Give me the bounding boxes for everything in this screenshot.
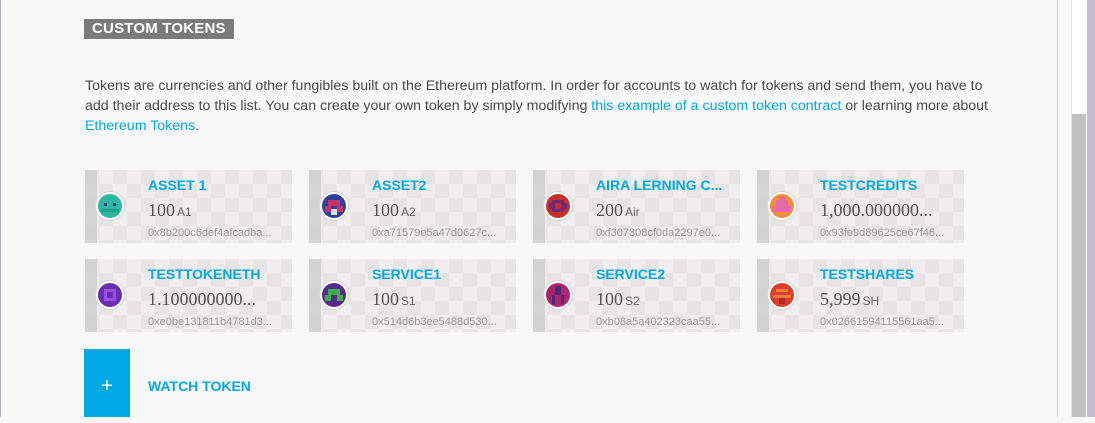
watch-token-button[interactable]: + (84, 349, 130, 417)
token-name: SERVICE2 (596, 266, 665, 282)
token-balance: 1.100000000... (148, 288, 284, 312)
token-balance: 100 S2 (596, 288, 732, 312)
token-symbol: S2 (625, 294, 640, 308)
token-name: ASSET 1 (148, 177, 207, 193)
token-address: 0x8b200c6def4afcadba... (148, 227, 272, 239)
token-name: ASSET2 (372, 177, 427, 193)
token-balance: 200 Air (596, 199, 732, 223)
token-symbol: S1 (401, 294, 416, 308)
token-address: 0x93fe9d89625ce67f46... (820, 227, 945, 239)
ethereum-tokens-link[interactable]: Ethereum Tokens (85, 118, 195, 134)
token-identicon-icon (544, 192, 572, 220)
token-balance-value: 100 (596, 289, 623, 309)
token-address: 0xf307308cf0da2297e0... (596, 227, 721, 239)
content-border-right (1057, 0, 1058, 417)
token-name: TESTTOKENETH (148, 266, 261, 282)
token-balance: 100 A2 (372, 199, 508, 223)
token-name: AIRA LERNING C... (596, 177, 723, 193)
token-balance: 1,000.000000... (820, 199, 956, 223)
custom-token-contract-link[interactable]: this example of a custom token contract (591, 98, 841, 114)
window-border-right (1087, 0, 1095, 417)
description-part-3: . (195, 118, 200, 134)
token-address: 0xe0be131811b4781d3... (148, 316, 272, 328)
token-identicon-icon (768, 281, 796, 309)
token-card[interactable]: AIRA LERNING C... 200 Air 0xf307308cf0da2… (533, 170, 740, 243)
token-card[interactable]: ASSET 1 100 A1 0x8b200c6def4afcadba... (85, 170, 292, 243)
token-balance-value: 100 (372, 289, 399, 309)
token-balance: 100 A1 (148, 199, 284, 223)
token-identicon-icon (544, 281, 572, 309)
token-address: 0xa71579e5a47d0627c... (372, 227, 497, 239)
description-text: Tokens are currencies and other fungible… (85, 76, 1005, 136)
token-name: SERVICE1 (372, 266, 441, 282)
token-card[interactable]: TESTTOKENETH 1.100000000... 0xe0be131811… (85, 259, 292, 332)
scrollbar-thumb[interactable] (1072, 114, 1086, 417)
token-symbol: SH (862, 294, 880, 308)
token-card[interactable]: SERVICE2 100 S2 0xb08a5a402323caa55... (533, 259, 740, 332)
token-symbol: A1 (177, 205, 192, 219)
token-address: 0xb08a5a402323caa55... (596, 316, 721, 328)
token-identicon-icon (96, 192, 124, 220)
token-balance-value: 1.100000000... (148, 289, 256, 309)
token-balance-value: 100 (372, 200, 399, 220)
token-balance-value: 5,999 (820, 289, 861, 309)
token-card[interactable]: ASSET2 100 A2 0xa71579e5a47d0627c... (309, 170, 516, 243)
token-balance-value: 1,000.000000... (820, 200, 933, 220)
section-title: CUSTOM TOKENS (84, 19, 234, 39)
window-border-left (0, 0, 1, 417)
watch-token-label[interactable]: WATCH TOKEN (148, 378, 251, 395)
token-identicon-icon (320, 192, 348, 220)
token-identicon-icon (320, 281, 348, 309)
token-name: TESTSHARES (820, 266, 915, 282)
description-part-2: or learning more about (841, 98, 988, 114)
token-identicon-icon (768, 192, 796, 220)
token-balance-value: 200 (596, 200, 623, 220)
token-name: TESTCREDITS (820, 177, 918, 193)
token-card[interactable]: TESTSHARES 5,999 SH 0x02661594115561aa5..… (757, 259, 964, 332)
token-address: 0x514d6b3ee5488d530... (372, 316, 497, 328)
token-card[interactable]: SERVICE1 100 S1 0x514d6b3ee5488d530... (309, 259, 516, 332)
token-balance: 5,999 SH (820, 288, 956, 312)
token-identicon-icon (96, 281, 124, 309)
token-card[interactable]: TESTCREDITS 1,000.000000... 0x93fe9d8962… (757, 170, 964, 243)
token-symbol: A2 (401, 205, 416, 219)
token-address: 0x02661594115561aa5... (820, 316, 944, 328)
token-balance-value: 100 (148, 200, 175, 220)
token-balance: 100 S1 (372, 288, 508, 312)
token-symbol: Air (625, 205, 640, 219)
